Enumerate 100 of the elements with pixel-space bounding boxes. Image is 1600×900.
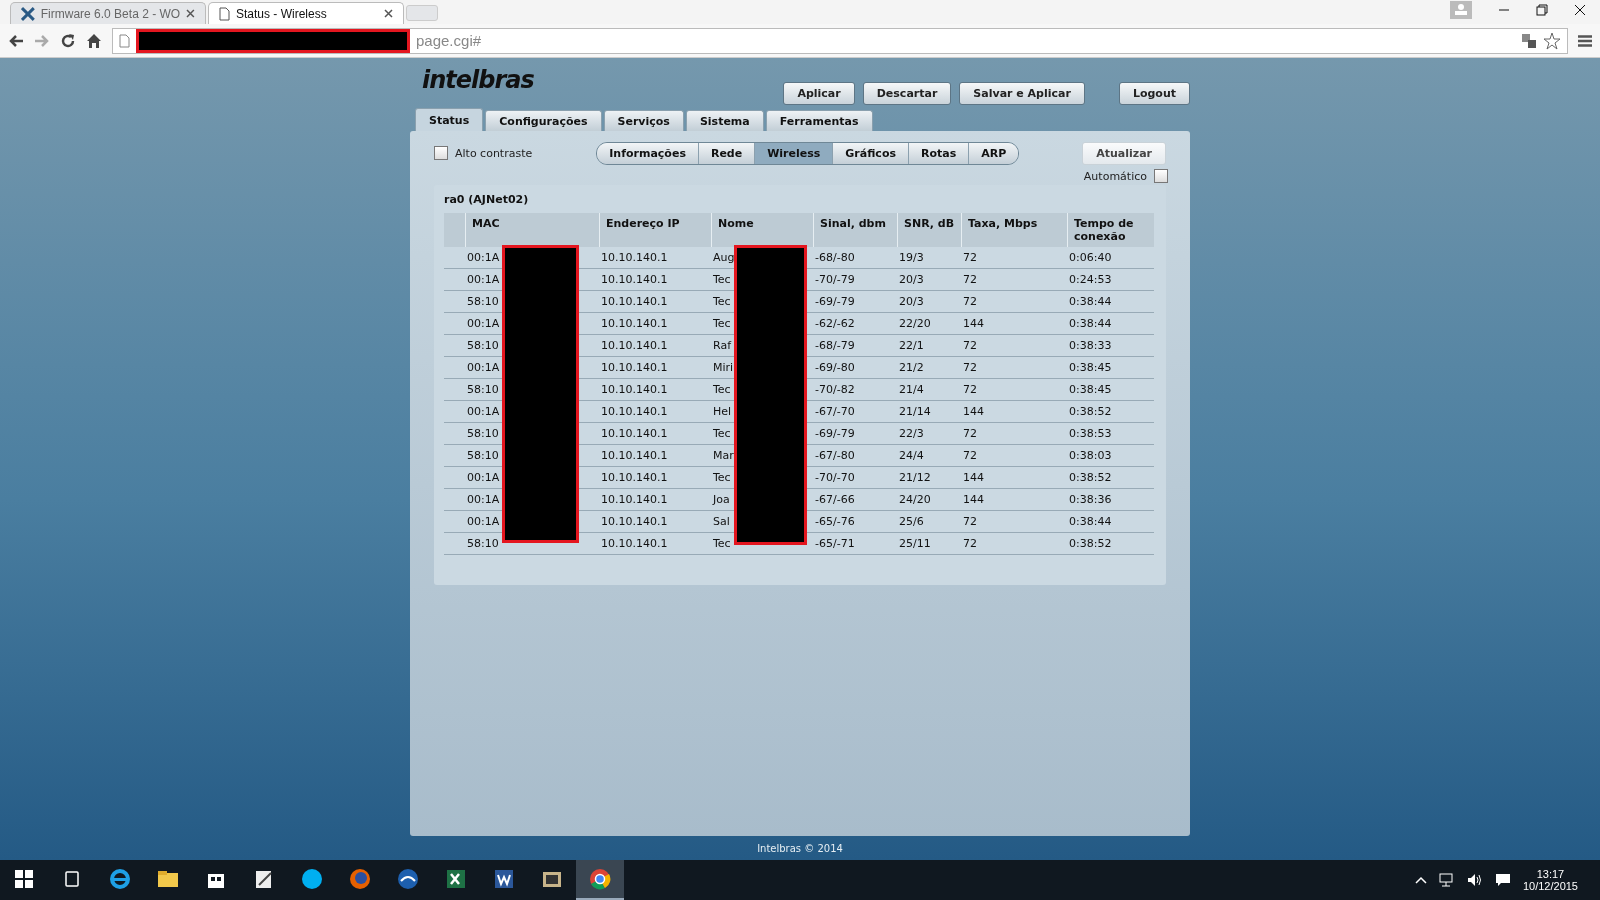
table-cell: -67/-80 (813, 445, 897, 467)
table-cell: -69/-80 (813, 357, 897, 379)
table-cell: 19/3 (897, 247, 961, 269)
browser-tab[interactable]: Firmware 6.0 Beta 2 - WO (10, 2, 206, 24)
x-logo-icon (21, 6, 35, 21)
table-cell: 72 (961, 511, 1067, 533)
table-cell: 72 (961, 423, 1067, 445)
clock-date: 10/12/2015 (1522, 880, 1578, 892)
table-cell: 0:38:03 (1067, 445, 1154, 467)
column-header: Endereço IP (599, 213, 711, 247)
close-icon[interactable] (384, 9, 393, 18)
table-cell: -70/-70 (813, 467, 897, 489)
table-cell: -65/-76 (813, 511, 897, 533)
nav-tab[interactable]: Ferramentas (765, 110, 873, 131)
table-cell: 10.10.140.1 (599, 269, 711, 291)
table-cell: -67/-66 (813, 489, 897, 511)
column-header: Nome (711, 213, 813, 247)
table-cell: 0:38:33 (1067, 335, 1154, 357)
page-icon (219, 6, 230, 21)
checkbox-label: Automático (1083, 169, 1147, 183)
table-cell: 0:38:52 (1067, 467, 1154, 489)
column-header: Tempo de conexão (1067, 213, 1154, 247)
nav-tab[interactable]: Status (415, 108, 484, 131)
table-cell: -69/-79 (813, 423, 897, 445)
sub-tab[interactable]: Informações (597, 142, 698, 164)
table-cell: 24/20 (897, 489, 961, 511)
table-cell: 21/2 (897, 357, 961, 379)
table-cell: 22/1 (897, 335, 961, 357)
chevron-up-icon[interactable] (1414, 876, 1427, 884)
nav-tab[interactable]: Serviços (603, 110, 684, 131)
page-icon (119, 33, 130, 48)
table-cell: 10.10.140.1 (599, 533, 711, 555)
refresh-button[interactable]: Atualizar (1082, 141, 1166, 165)
sub-tab[interactable]: ARP (968, 142, 1019, 164)
table-cell: 10.10.140.1 (599, 489, 711, 511)
close-icon[interactable] (186, 9, 195, 18)
table-cell: 72 (961, 357, 1067, 379)
table-cell: 0:38:53 (1067, 423, 1154, 445)
menu-icon[interactable] (1578, 34, 1592, 47)
address-bar[interactable]: page.cgi# (112, 27, 1568, 54)
table-cell: 72 (961, 335, 1067, 357)
table-cell: 0:38:45 (1067, 379, 1154, 401)
table-cell: 10.10.140.1 (599, 357, 711, 379)
table-cell: 0:38:44 (1067, 313, 1154, 335)
table-cell: 10.10.140.1 (599, 335, 711, 357)
table-cell: 10.10.140.1 (599, 423, 711, 445)
table-cell: 20/3 (897, 291, 961, 313)
table-cell: -68/-80 (813, 247, 897, 269)
table-cell: 10.10.140.1 (599, 247, 711, 269)
column-header: MAC (465, 213, 599, 247)
action-button[interactable]: Aplicar (783, 82, 855, 105)
translate-icon[interactable] (1521, 32, 1537, 49)
table-cell: -70/-82 (813, 379, 897, 401)
table-cell: 0:38:44 (1067, 291, 1154, 313)
windows-logo-icon (15, 870, 33, 888)
reload-icon[interactable] (60, 32, 76, 49)
logout-button[interactable]: Logout (1118, 82, 1190, 105)
action-button[interactable]: Salvar e Aplicar (959, 82, 1085, 105)
notification-icon[interactable] (1494, 873, 1511, 887)
close-icon[interactable] (1574, 4, 1586, 16)
back-icon[interactable] (8, 33, 24, 48)
header-cell (444, 213, 465, 247)
logo: intelbras (422, 66, 534, 94)
speaker-icon[interactable] (1466, 873, 1483, 887)
checkbox[interactable] (434, 146, 448, 160)
table-cell: 72 (961, 445, 1067, 467)
table-cell: 0:24:53 (1067, 269, 1154, 291)
table-cell: 21/4 (897, 379, 961, 401)
table-cell: 144 (961, 489, 1067, 511)
action-button[interactable]: Descartar (862, 82, 952, 105)
network-icon[interactable] (1438, 873, 1455, 887)
table-cell: 22/20 (897, 313, 961, 335)
nav-tab[interactable]: Sistema (685, 110, 764, 131)
checkbox[interactable] (1154, 169, 1168, 183)
restore-icon[interactable] (1536, 4, 1548, 16)
table-cell: 0:38:44 (1067, 511, 1154, 533)
sub-tab[interactable]: Rotas (908, 142, 969, 164)
column-header: Taxa, Mbps (961, 213, 1067, 247)
browser-tab[interactable]: Status - Wireless (208, 2, 404, 24)
table-cell: 0:38:45 (1067, 357, 1154, 379)
table-cell: 10.10.140.1 (599, 445, 711, 467)
sub-tab[interactable]: Wireless (754, 142, 833, 164)
table-cell: -69/-79 (813, 291, 897, 313)
table-cell: 0:06:40 (1067, 247, 1154, 269)
table-cell: 24/4 (897, 445, 961, 467)
table-cell: 0:38:52 (1067, 401, 1154, 423)
table-cell: -62/-62 (813, 313, 897, 335)
table-cell: 0:38:52 (1067, 533, 1154, 555)
nav-tab[interactable]: Configurações (485, 110, 602, 131)
table-cell: 22/3 (897, 423, 961, 445)
star-icon[interactable] (1543, 31, 1561, 50)
table-cell: 0:38:36 (1067, 489, 1154, 511)
sub-tab[interactable]: Gráficos (832, 142, 908, 164)
table-cell: 10.10.140.1 (599, 291, 711, 313)
table-cell: -65/-71 (813, 533, 897, 555)
table-cell: 10.10.140.1 (599, 511, 711, 533)
home-icon[interactable] (86, 32, 102, 49)
table-cell: 10.10.140.1 (599, 401, 711, 423)
sub-tab[interactable]: Rede (697, 142, 755, 164)
column-header: SNR, dB (897, 213, 961, 247)
